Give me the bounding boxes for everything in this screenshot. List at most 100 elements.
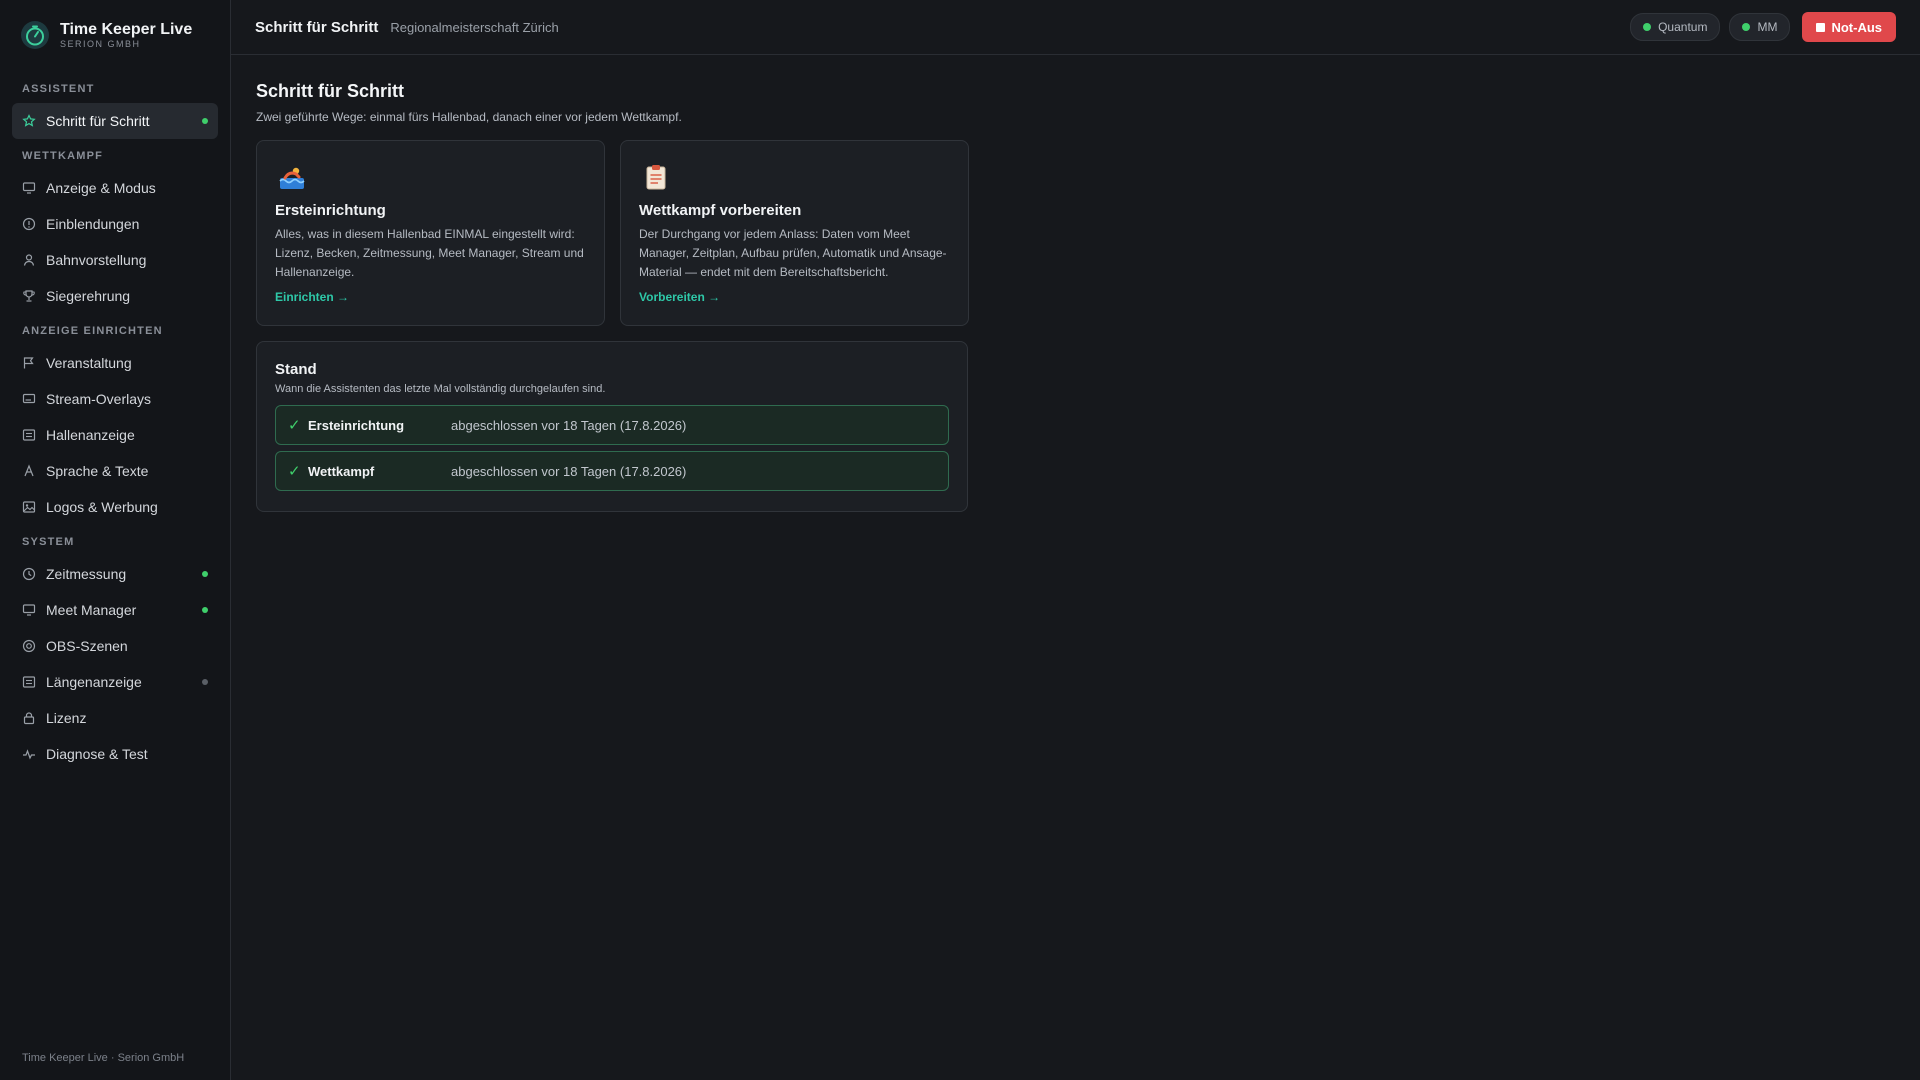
content: Schritt für Schritt Zwei geführte Wege: … (231, 55, 1920, 512)
sidebar-section-heading: WETTKAMPF (22, 150, 104, 162)
status-name: Ersteinrichtung (308, 417, 405, 433)
trophy-icon (23, 290, 35, 302)
sidebar-item-label: Veranstaltung (46, 355, 132, 371)
status-text: abgeschlossen vor 18 Tagen (17.8.2026) (451, 463, 687, 479)
pulse-icon (23, 749, 35, 760)
clock-icon (22, 567, 36, 581)
sidebar-item-label: Meet Manager (46, 602, 137, 618)
sidebar-item-schritt-für-schritt[interactable]: Schritt für Schritt (12, 103, 218, 139)
lock-icon (23, 712, 35, 725)
sidebar-item-bahnvorstellung[interactable]: Bahnvorstellung (12, 242, 218, 278)
stand-subtitle: Wann die Assistenten das letzte Mal voll… (275, 383, 606, 395)
sidebar-item-längenanzeige[interactable]: Längenanzeige (12, 664, 218, 700)
sidebar-item-label: Logos & Werbung (46, 499, 158, 515)
sidebar-item-hallenanzeige[interactable]: Hallenanzeige (12, 417, 218, 453)
main-area: Schritt für Schritt Regionalmeisterschaf… (231, 0, 1920, 1080)
sidebar-item-label: Siegerehrung (46, 288, 131, 304)
sidebar-section-heading: ASSISTENT (22, 83, 95, 95)
sidebar-item-einblendungen[interactable]: Einblendungen (12, 206, 218, 242)
topbar-title: Schritt für Schritt (255, 18, 379, 36)
sidebar-item-obs-szenen[interactable]: OBS-Szenen (12, 628, 218, 664)
status-name: Wettkampf (308, 463, 375, 479)
stand-title: Stand (275, 361, 317, 378)
monitor-icon (22, 604, 36, 616)
sidebar-item-label: OBS-Szenen (46, 638, 128, 654)
wizard-cards: Ersteinrichtung Alles, was in diesem Hal… (256, 140, 1920, 326)
sidebar-nav: ASSISTENT Schritt für Schritt WETTKAMPF Anz… (12, 80, 218, 772)
sidebar-item-label: Längenanzeige (46, 674, 142, 690)
pill-label: MM (1757, 20, 1778, 34)
page-lead: Zwei geführte Wege: einmal fürs Hallenba… (256, 110, 682, 124)
clipboard-icon (646, 165, 666, 190)
status-dot (202, 118, 208, 124)
card-text: Alles, was in diesem Hallenbad EINMAL ei… (275, 227, 584, 279)
sidebar-footer: Time Keeper Live · Serion GmbH (22, 1052, 185, 1064)
sidebar: Time Keeper Live SERION GMBH ASSISTENT Sc… (0, 0, 231, 1080)
sidebar-item-label: Lizenz (46, 710, 87, 726)
status-dot (202, 679, 208, 685)
status-text: abgeschlossen vor 18 Tagen (17.8.2026) (451, 417, 687, 433)
card-ersteinrichtung: Ersteinrichtung Alles, was in diesem Hal… (256, 140, 605, 326)
topbar: Schritt für Schritt Regionalmeisterschaf… (231, 0, 1920, 55)
sidebar-item-logos-werbung[interactable]: Logos & Werbung (12, 489, 218, 525)
sidebar-item-label: Diagnose & Test (46, 746, 148, 762)
language-icon (24, 464, 34, 477)
list-panel-icon (22, 676, 36, 688)
check-icon: ✓ (288, 417, 301, 434)
card-wettkampf-vorbereiten: Wettkampf vorbereiten Der Durchgang vor … (620, 140, 969, 326)
sidebar-item-label: Anzeige & Modus (46, 180, 156, 196)
status-dot (1643, 23, 1652, 31)
brand-subtitle: SERION GMBH (60, 38, 141, 49)
sidebar-item-label: Schritt für Schritt (46, 113, 150, 129)
emergency-stop-label: Not-Aus (1831, 19, 1882, 35)
sidebar-item-anzeige-modus[interactable]: Anzeige & Modus (12, 170, 218, 206)
sidebar-item-veranstaltung[interactable]: Veranstaltung (12, 345, 218, 381)
card-text: Der Durchgang vor jedem Anlass: Daten vo… (639, 227, 947, 279)
sidebar-item-stream-overlays[interactable]: Stream-Overlays (12, 381, 218, 417)
stand-list: ✓ Ersteinrichtung abgeschlossen vor 18 T… (275, 405, 949, 491)
status-dot (202, 571, 208, 577)
card-title: Wettkampf vorbereiten (639, 202, 802, 219)
sidebar-item-lizenz[interactable]: Lizenz (12, 700, 218, 736)
topbar-subtitle: Regionalmeisterschaft Zürich (390, 19, 559, 35)
sidebar-item-zeitmessung[interactable]: Zeitmessung (12, 556, 218, 592)
monitor-icon (22, 182, 36, 194)
brand-title: Time Keeper Live (60, 20, 193, 38)
sidebar-item-siegerehrung[interactable]: Siegerehrung (12, 278, 218, 314)
flag-icon (23, 357, 34, 369)
list-panel-icon (22, 429, 36, 441)
status-pill-quantum[interactable]: Quantum (1630, 13, 1721, 41)
swimmer-icon (279, 167, 305, 189)
target-icon (22, 639, 36, 653)
sidebar-section-heading: ANZEIGE EINRICHTEN (22, 325, 163, 337)
overlay-icon (22, 393, 36, 404)
status-pill-mm[interactable]: MM (1729, 13, 1791, 41)
status-row-wettkampf: ✓ Wettkampf abgeschlossen vor 18 Tagen (… (275, 451, 949, 491)
stand-panel: Stand Wann die Assistenten das letzte Ma… (256, 341, 968, 512)
sidebar-item-diagnose-test[interactable]: Diagnose & Test (12, 736, 218, 772)
status-dot (202, 607, 208, 613)
sidebar-section-heading: SYSTEM (22, 536, 75, 548)
vorbereiten-link[interactable]: Vorbereiten → (639, 290, 720, 304)
status-row-ersteinrichtung: ✓ Ersteinrichtung abgeschlossen vor 18 T… (275, 405, 949, 445)
person-icon (23, 254, 35, 266)
sidebar-item-label: Stream-Overlays (46, 391, 152, 407)
sidebar-item-label: Zeitmessung (46, 566, 127, 582)
star-icon (22, 114, 36, 127)
sidebar-item-meet-manager[interactable]: Meet Manager (12, 592, 218, 628)
sidebar-item-label: Bahnvorstellung (46, 252, 147, 268)
page-title: Schritt für Schritt (256, 81, 405, 101)
pill-label: Quantum (1658, 20, 1708, 34)
sidebar-item-label: Sprache & Texte (46, 463, 149, 479)
sidebar-item-sprache-texte[interactable]: Sprache & Texte (12, 453, 218, 489)
check-icon: ✓ (288, 463, 301, 480)
card-title: Ersteinrichtung (275, 202, 386, 219)
einrichten-link[interactable]: Einrichten → (275, 290, 349, 304)
brand: Time Keeper Live SERION GMBH (12, 0, 218, 70)
sidebar-item-label: Einblendungen (46, 216, 140, 232)
stop-square-icon (1816, 22, 1826, 32)
image-icon (22, 501, 36, 513)
status-dot (1742, 23, 1751, 31)
emergency-stop-button[interactable]: Not-Aus (1802, 12, 1896, 42)
info-circle-icon (22, 217, 36, 231)
